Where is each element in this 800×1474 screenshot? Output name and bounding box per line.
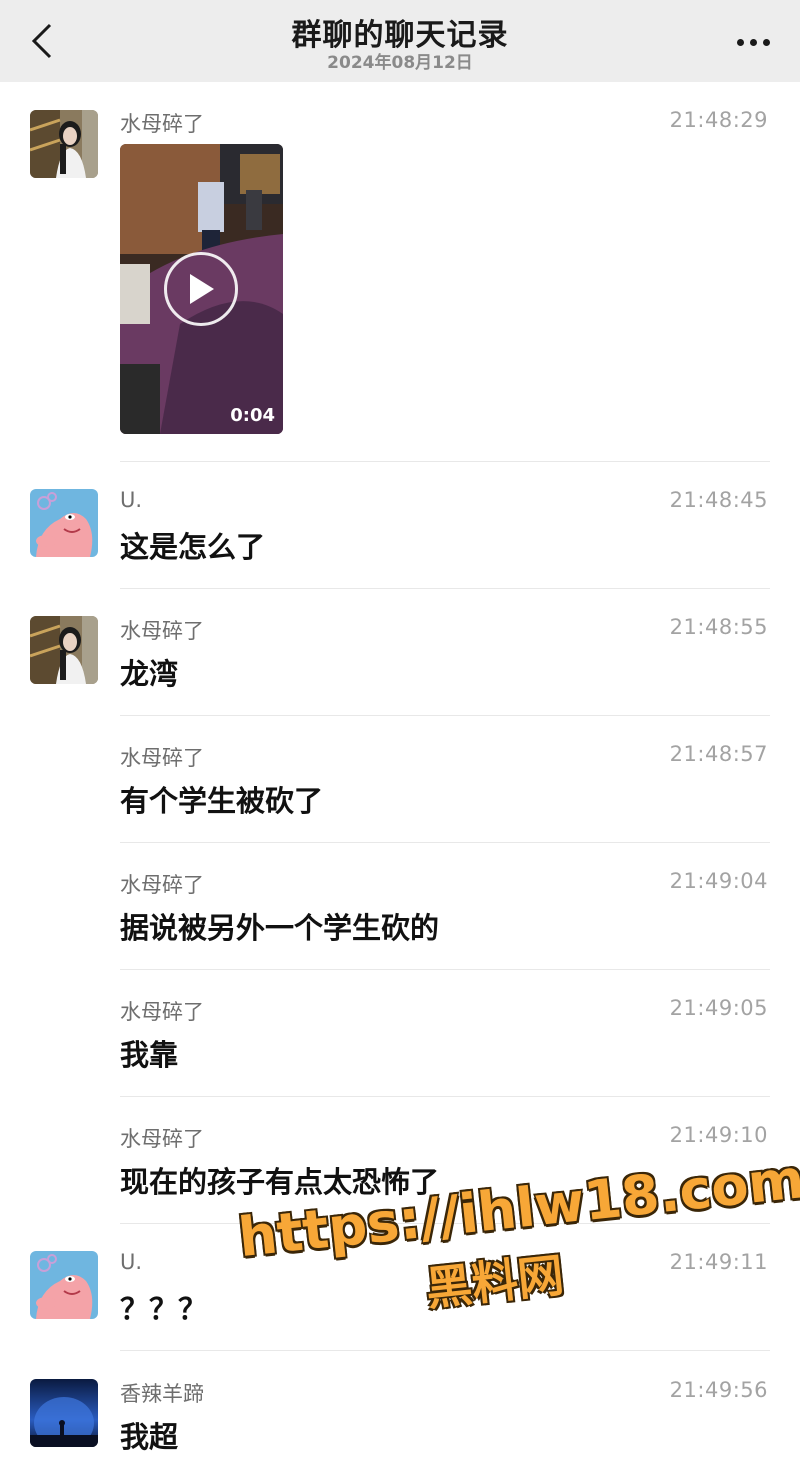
- message-text: 我超: [120, 1420, 179, 1454]
- girl-photo-avatar: [30, 616, 98, 684]
- play-icon: [190, 274, 214, 304]
- avatar[interactable]: [30, 1251, 98, 1319]
- divider: [120, 715, 770, 716]
- message-time: 21:49:10: [669, 1123, 768, 1147]
- sender-name: 水母碎了: [120, 1000, 204, 1024]
- sender-name: 香辣羊蹄: [120, 1382, 204, 1406]
- patrick-avatar: [30, 489, 98, 557]
- message-text: ？？？: [120, 1292, 208, 1326]
- message-time: 21:49:05: [669, 996, 768, 1020]
- message-text: 这是怎么了: [120, 530, 266, 564]
- sender-name: 水母碎了: [120, 112, 204, 136]
- message-text: 据说被另外一个学生砍的: [120, 911, 440, 945]
- message-text: 我靠: [120, 1038, 179, 1072]
- divider: [120, 842, 770, 843]
- video-thumbnail[interactable]: 0:04: [120, 144, 283, 434]
- avatar[interactable]: [30, 1379, 98, 1447]
- avatar[interactable]: [30, 489, 98, 557]
- play-button[interactable]: [164, 252, 238, 326]
- more-icon: [736, 38, 744, 46]
- message-time: 21:48:45: [669, 488, 768, 512]
- page-date: 2024年08月12日: [327, 53, 473, 73]
- more-button[interactable]: [728, 22, 778, 62]
- divider: [120, 461, 770, 462]
- avatar[interactable]: [30, 110, 98, 178]
- divider: [120, 969, 770, 970]
- message-text: 有个学生被砍了: [120, 784, 324, 818]
- sender-name: 水母碎了: [120, 619, 204, 643]
- nav-bar: 群聊的聊天记录 2024年08月12日: [0, 0, 800, 82]
- message-time: 21:48:55: [669, 615, 768, 639]
- sender-name: U.: [120, 488, 143, 512]
- divider: [120, 588, 770, 589]
- avatar[interactable]: [30, 616, 98, 684]
- divider: [120, 1350, 770, 1351]
- sender-name: 水母碎了: [120, 1127, 204, 1151]
- night-sky-avatar: [30, 1379, 98, 1447]
- sender-name: U.: [120, 1250, 143, 1274]
- sender-name: 水母碎了: [120, 746, 204, 770]
- video-duration: 0:04: [230, 405, 275, 426]
- message-time: 21:48:57: [669, 742, 768, 766]
- sender-name: 水母碎了: [120, 873, 204, 897]
- patrick-avatar: [30, 1251, 98, 1319]
- message-time: 21:48:29: [669, 108, 768, 132]
- message-time: 21:49:04: [669, 869, 768, 893]
- divider: [120, 1096, 770, 1097]
- message-time: 21:49:56: [669, 1378, 768, 1402]
- girl-photo-avatar: [30, 110, 98, 178]
- message-text: 龙湾: [120, 657, 179, 691]
